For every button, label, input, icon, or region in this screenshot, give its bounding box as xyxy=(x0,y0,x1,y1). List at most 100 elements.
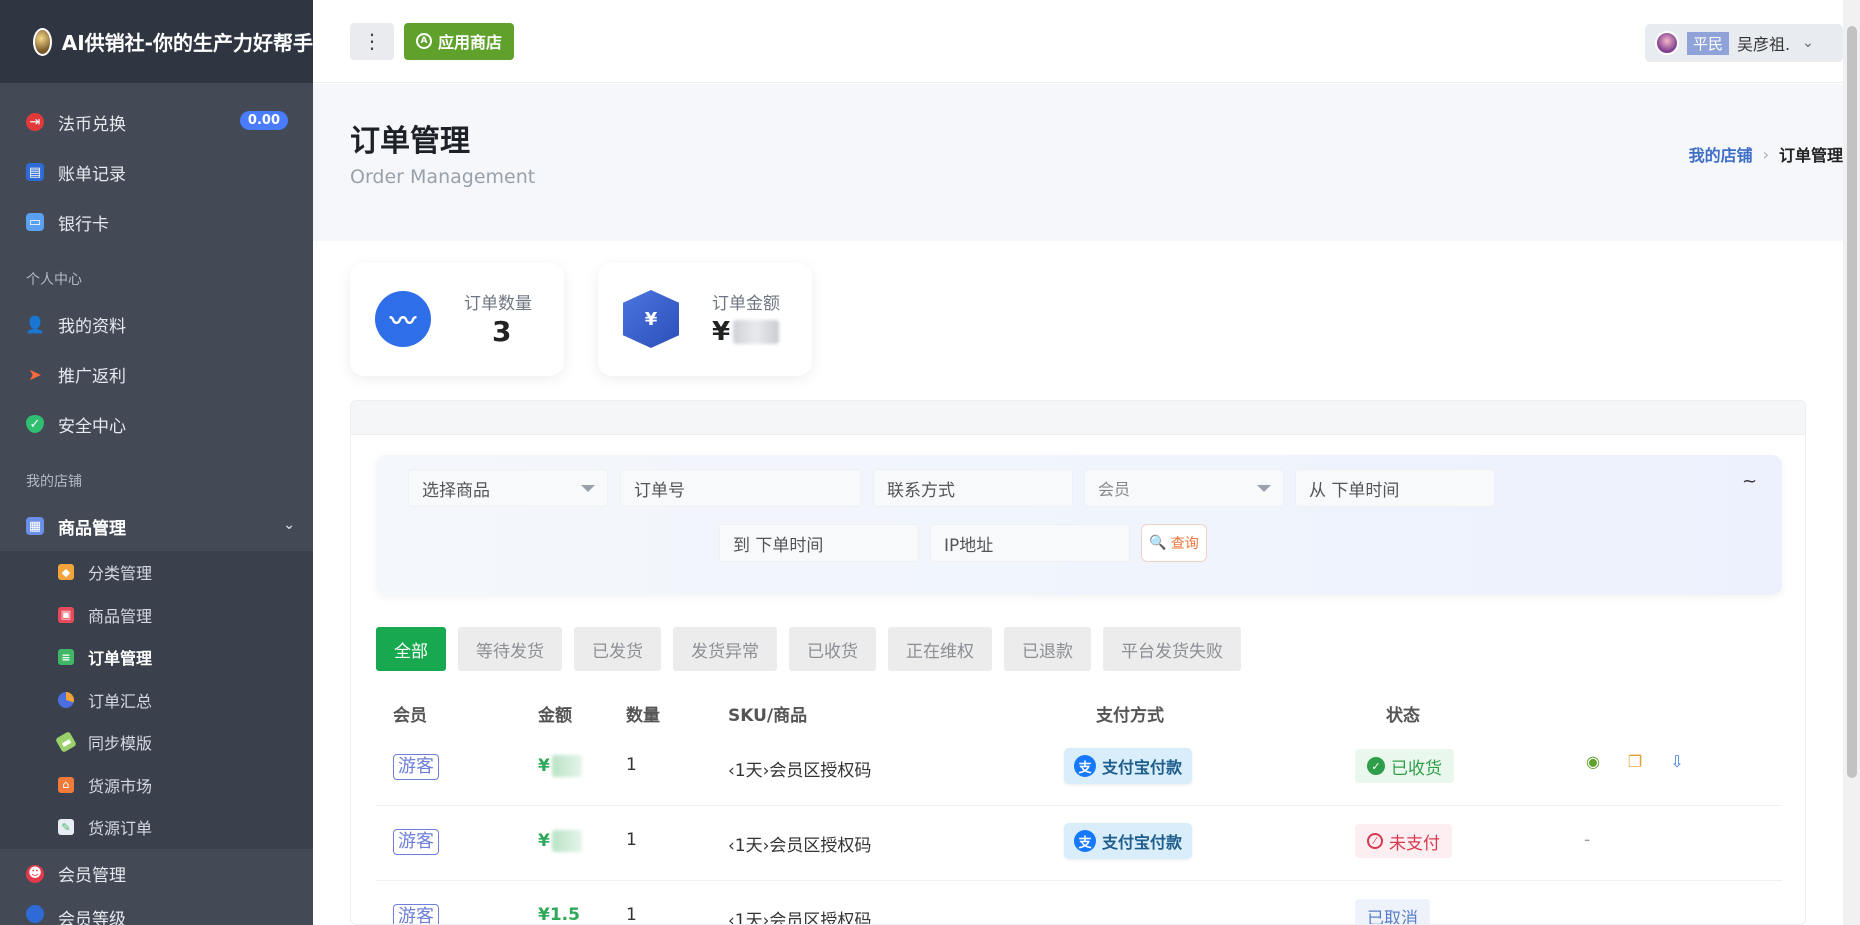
tab-platform-failed[interactable]: 平台发货失败 xyxy=(1103,627,1241,671)
range-tilde: ~ xyxy=(1742,471,1758,492)
sidebar-item-member-levels[interactable]: 会员等级 xyxy=(0,898,313,925)
col-sku: SKU/商品 xyxy=(728,706,808,726)
blurred-amount xyxy=(551,830,582,852)
time-from-input[interactable]: 从 下单时间 xyxy=(1295,469,1495,507)
tab-refunded[interactable]: 已退款 xyxy=(1004,627,1091,671)
order-no-input[interactable]: 订单号 xyxy=(620,469,861,507)
pay-method-badge: 支支付宝付款 xyxy=(1064,748,1193,784)
member-tag[interactable]: 游客 xyxy=(393,754,439,780)
member-tag[interactable]: 游客 xyxy=(393,904,439,924)
user-menu[interactable]: 平民 吴彦祖. ⌄ xyxy=(1645,24,1843,62)
sidebar: AI供销社-你的生产力好帮手 ⇥ 法币兑换 0.00 ▤ 账单记录 ▭ 银行卡 … xyxy=(0,0,313,925)
sidebar-subitem-category[interactable]: ◆ 分类管理 xyxy=(0,551,313,594)
stats-row: 〰 订单数量 3 ¥ 订单金额 ¥ xyxy=(350,263,812,376)
app-root: AI供销社-你的生产力好帮手 ⇥ 法币兑换 0.00 ▤ 账单记录 ▭ 银行卡 … xyxy=(0,0,1860,925)
sidebar-item-profile[interactable]: 👤 我的资料 xyxy=(0,299,313,349)
page-scrollbar-thumb[interactable] xyxy=(1847,26,1857,778)
sku-cell: ‹1天›会员区授权码 xyxy=(728,836,872,856)
section-personal: 个人中心 xyxy=(26,272,82,288)
tab-all[interactable]: 全部 xyxy=(376,627,446,671)
page-title: 订单管理 xyxy=(350,124,470,159)
product-select-value: 选择商品 xyxy=(422,480,490,501)
breadcrumb-current: 订单管理 xyxy=(1778,146,1843,165)
ip-input[interactable]: IP地址 xyxy=(930,524,1130,562)
send-icon: ➤ xyxy=(28,364,42,384)
tab-shipment-error[interactable]: 发货异常 xyxy=(673,627,777,671)
currency-symbol: ¥ xyxy=(712,317,731,347)
sidebar-subitem-source-orders[interactable]: ✎ 货源订单 xyxy=(0,806,313,849)
member-select[interactable]: 会员 xyxy=(1084,469,1284,507)
no-actions-placeholder: - xyxy=(1584,830,1591,850)
sidebar-item-label: 会员管理 xyxy=(58,866,126,886)
sidebar-subitem-label: 分类管理 xyxy=(88,564,153,584)
member-tag[interactable]: 游客 xyxy=(393,829,439,855)
breadcrumb: 我的店铺 › 订单管理 xyxy=(1689,142,1843,166)
avatar xyxy=(1655,31,1679,55)
query-button[interactable]: 🔍 查询 xyxy=(1141,524,1207,562)
sidebar-subitem-label: 货源订单 xyxy=(88,819,153,839)
user-name: 吴彦祖. xyxy=(1737,35,1791,54)
tab-disputing[interactable]: 正在维权 xyxy=(888,627,992,671)
copy-icon[interactable]: ❐ xyxy=(1623,749,1647,773)
market-icon: ⌂ xyxy=(58,776,74,793)
contact-input[interactable]: 联系方式 xyxy=(873,469,1073,507)
sku-cell: ‹1天›会员区授权码 xyxy=(728,761,872,781)
sidebar-subitem-label: 货源市场 xyxy=(88,776,153,796)
view-eye-icon[interactable]: ◉ xyxy=(1581,749,1605,773)
sidebar-item-label: 法币兑换 xyxy=(58,114,126,135)
section-store: 我的店铺 xyxy=(26,474,82,490)
tag-icon: ◆ xyxy=(58,564,74,581)
bank-card-icon: ▭ xyxy=(26,213,44,231)
time-from-placeholder: 从 下单时间 xyxy=(1309,480,1400,501)
sidebar-group-goods[interactable]: ▦ 商品管理 ⌄ xyxy=(0,501,313,551)
order-icon: ≡ xyxy=(58,649,74,666)
sidebar-item-members[interactable]: ☻ 会员管理 xyxy=(0,848,313,899)
table-header: 会员 金额 数量 SKU/商品 支付方式 状态 xyxy=(376,691,1782,731)
sidebar-item-label: 推广返利 xyxy=(58,366,126,387)
col-amount: 金额 xyxy=(538,706,572,726)
sidebar-subitem-market[interactable]: ⌂ 货源市场 xyxy=(0,764,313,807)
sidebar-item-security[interactable]: ✓ 安全中心 xyxy=(0,399,313,449)
sidebar-item-bills[interactable]: ▤ 账单记录 xyxy=(0,147,313,197)
sidebar-item-bank-card[interactable]: ▭ 银行卡 xyxy=(0,197,313,247)
amount-cell: ¥1.5 xyxy=(538,905,580,925)
chevron-down-icon: ⌄ xyxy=(1802,35,1814,51)
more-menu-button[interactable]: ⋮ xyxy=(350,22,394,60)
tab-received[interactable]: 已收货 xyxy=(789,627,876,671)
sidebar-submenu: ◆ 分类管理 ▣ 商品管理 ≡ 订单管理 订单汇总 ▬ 同步模版 ⌂ 货源市场 … xyxy=(0,551,313,849)
page-scrollbar-track[interactable] xyxy=(1843,0,1860,925)
tab-shipped[interactable]: 已发货 xyxy=(574,627,661,671)
sidebar-subitem-template[interactable]: ▬ 同步模版 xyxy=(0,721,313,764)
forbidden-icon: ⁄ xyxy=(1367,833,1383,849)
col-member: 会员 xyxy=(393,706,427,726)
sidebar-item-referral[interactable]: ➤ 推广返利 xyxy=(0,349,313,399)
breadcrumb-parent-link[interactable]: 我的店铺 xyxy=(1689,142,1753,166)
col-qty: 数量 xyxy=(626,706,660,726)
stat-card-order-count: 〰 订单数量 3 xyxy=(350,263,564,376)
sidebar-item-label: 会员等级 xyxy=(58,909,126,925)
amount-cell: ¥ xyxy=(538,830,582,852)
currency-symbol: ¥ xyxy=(538,756,550,776)
product-select[interactable]: 选择商品 xyxy=(408,469,608,507)
user-icon: 👤 xyxy=(25,314,45,334)
main-content: ⋮ A 应用商店 平民 吴彦祖. ⌄ 订单管理 Order Management… xyxy=(313,0,1843,925)
pie-icon xyxy=(58,691,74,708)
sidebar-subitem-goods[interactable]: ▣ 商品管理 xyxy=(0,594,313,637)
qty-cell: 1 xyxy=(626,905,637,925)
time-to-input[interactable]: 到 下单时间 xyxy=(719,524,919,562)
kebab-icon: ⋮ xyxy=(362,29,382,53)
app-store-button[interactable]: A 应用商店 xyxy=(404,22,515,60)
brand[interactable]: AI供销社-你的生产力好帮手 xyxy=(0,0,313,83)
goods-icon: ▦ xyxy=(26,517,44,535)
sidebar-item-exchange[interactable]: ⇥ 法币兑换 0.00 xyxy=(0,97,313,147)
alipay-icon: 支 xyxy=(1074,830,1096,852)
download-cloud-icon[interactable]: ⇩ xyxy=(1665,749,1689,773)
status-label: 已取消 xyxy=(1367,908,1418,925)
status-badge: ⁄ 未支付 xyxy=(1355,824,1452,858)
pay-method-label: 支付宝付款 xyxy=(1102,758,1183,777)
pay-method-badge: 支支付宝付款 xyxy=(1064,823,1193,859)
tab-pending-shipment[interactable]: 等待发货 xyxy=(458,627,562,671)
cube-yen-icon: ¥ xyxy=(623,290,679,348)
sidebar-subitem-orders[interactable]: ≡ 订单管理 xyxy=(0,636,313,679)
sidebar-subitem-summary[interactable]: 订单汇总 xyxy=(0,679,313,722)
